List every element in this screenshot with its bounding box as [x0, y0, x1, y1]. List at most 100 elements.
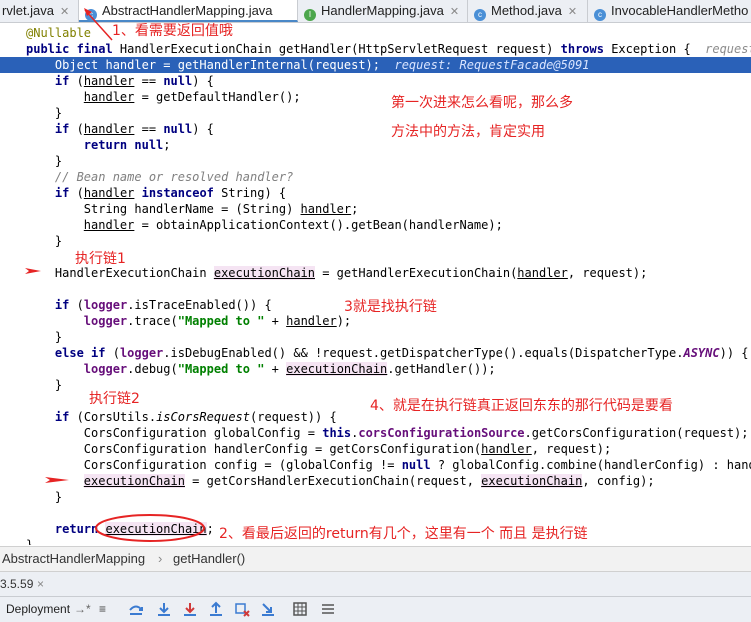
code-token: ==	[134, 122, 164, 136]
code-token: (	[76, 122, 84, 136]
code-token: }	[26, 538, 34, 545]
code-token: = getDefaultHandler();	[134, 90, 301, 104]
close-icon[interactable]: ✕	[568, 6, 577, 18]
code-line: }	[0, 105, 751, 121]
code-token: handler	[83, 90, 135, 104]
code-line: }	[0, 153, 751, 169]
code-token: .debug(	[127, 362, 178, 376]
code-token: = getCorsHandlerExecutionChain(request,	[184, 474, 482, 488]
code-line: }	[0, 489, 751, 505]
code-line: // Bean name or resolved handler?	[0, 169, 751, 185]
code-token: CorsConfiguration globalConfig =	[26, 426, 323, 440]
code-token: ASYNC	[683, 346, 720, 360]
close-icon[interactable]: ✕	[450, 6, 459, 18]
code-token: return	[54, 522, 106, 536]
menu-icon[interactable]: ≡	[99, 597, 106, 622]
tab-handler-mapping[interactable]: I HandlerMapping.java ✕	[298, 0, 468, 22]
code-token: ) {	[192, 122, 214, 136]
code-token: executionChain	[481, 474, 583, 488]
code-token: }	[26, 378, 63, 392]
code-token: (	[76, 74, 84, 88]
code-line: handler = obtainApplicationContext().get…	[0, 217, 751, 233]
step-out-icon[interactable]	[208, 601, 224, 617]
code-line: handler = getDefaultHandler();	[0, 89, 751, 105]
code-token: }	[26, 490, 63, 504]
code-line: if (handler == null) {	[0, 73, 751, 89]
code-token: isCorsRequest	[156, 410, 250, 424]
code-token: (	[76, 186, 84, 200]
code-token: ? globalConfig.combine(handlerConfig) : …	[437, 458, 751, 472]
run-to-cursor-icon[interactable]	[260, 601, 276, 617]
layout-icon[interactable]	[320, 601, 336, 617]
tab-label: HandlerMapping.java	[321, 3, 444, 18]
version-label: 3.5.59	[0, 577, 34, 591]
code-token: if	[54, 186, 77, 200]
close-icon[interactable]: ✕	[60, 6, 69, 18]
code-token: logger	[83, 362, 128, 376]
code-token: null	[163, 122, 193, 136]
code-token: handler	[83, 74, 135, 88]
debug-toolbar: Deployment →* ≡	[0, 596, 751, 622]
code-token: = obtainApplicationContext().getBean(han…	[134, 218, 503, 232]
breadcrumb-class[interactable]: AbstractHandlerMapping	[2, 547, 145, 571]
close-icon[interactable]: ×	[37, 572, 44, 596]
tab-method-java[interactable]: c Method.java ✕	[468, 0, 588, 22]
code-token: throws	[560, 42, 612, 56]
code-token: ;	[163, 138, 171, 152]
code-token: ==	[134, 74, 164, 88]
code-token: (	[76, 298, 84, 312]
breadcrumb-method[interactable]: getHandler()	[173, 547, 245, 571]
code-token: if	[54, 74, 77, 88]
code-token: ;	[351, 202, 359, 216]
step-into-icon[interactable]	[156, 601, 172, 617]
code-token: else if	[54, 346, 113, 360]
code-token: CorsConfiguration handlerConfig = getCor…	[26, 442, 482, 456]
evaluate-expression-icon[interactable]	[292, 601, 308, 617]
annotation-note-1: 1、看需要返回值哦	[112, 23, 233, 39]
code-token: if	[54, 122, 77, 136]
code-line: return null;	[0, 137, 751, 153]
code-token: handler	[286, 314, 337, 328]
code-token: handler	[83, 122, 135, 136]
tab-label: Method.java	[491, 3, 562, 18]
code-token: (CorsUtils.	[76, 410, 157, 424]
tab-servlet-java[interactable]: rvlet.java ✕	[0, 0, 79, 22]
code-token: String handlerName = (String)	[26, 202, 301, 216]
code-token: executionChain	[213, 266, 315, 280]
tab-invocable-handler-method[interactable]: c InvocableHandlerMetho	[588, 0, 751, 22]
code-token: handler	[300, 202, 352, 216]
code-editor[interactable]: @Nullable public final HandlerExecutionC…	[0, 23, 751, 545]
code-line: String handlerName = (String) handler;	[0, 201, 751, 217]
code-token: request: R	[705, 42, 751, 56]
code-token: CorsConfiguration config = (globalConfig…	[26, 458, 402, 472]
code-line: if (handler instanceof String) {	[0, 185, 751, 201]
annotation-note-8: 2、看最后返回的return有几个，这里有一个 而且 是执行链	[219, 526, 588, 542]
code-token: }	[26, 330, 63, 344]
code-token: return null	[83, 138, 164, 152]
step-over-icon[interactable]	[128, 601, 144, 617]
code-token: null	[163, 74, 193, 88]
code-line: }	[0, 233, 751, 249]
code-token: handler	[83, 186, 135, 200]
drop-frame-icon[interactable]	[234, 601, 250, 617]
deployment-tab[interactable]: Deployment	[6, 597, 70, 622]
pin-arrow-icon[interactable]: →*	[74, 597, 91, 622]
annotation-note-4: 执行链1	[75, 251, 126, 267]
force-step-into-icon[interactable]	[182, 601, 198, 617]
code-token: instanceof	[141, 186, 222, 200]
code-token: executionChain	[83, 474, 185, 488]
code-token: handler	[481, 442, 532, 456]
tab-abstract-handler-mapping[interactable]: c AbstractHandlerMapping.java	[79, 0, 298, 22]
code-token: null	[401, 458, 431, 472]
code-token: corsConfigurationSource	[358, 426, 525, 440]
annotation-text: @Nullable	[26, 26, 92, 40]
code-token: if	[54, 410, 77, 424]
